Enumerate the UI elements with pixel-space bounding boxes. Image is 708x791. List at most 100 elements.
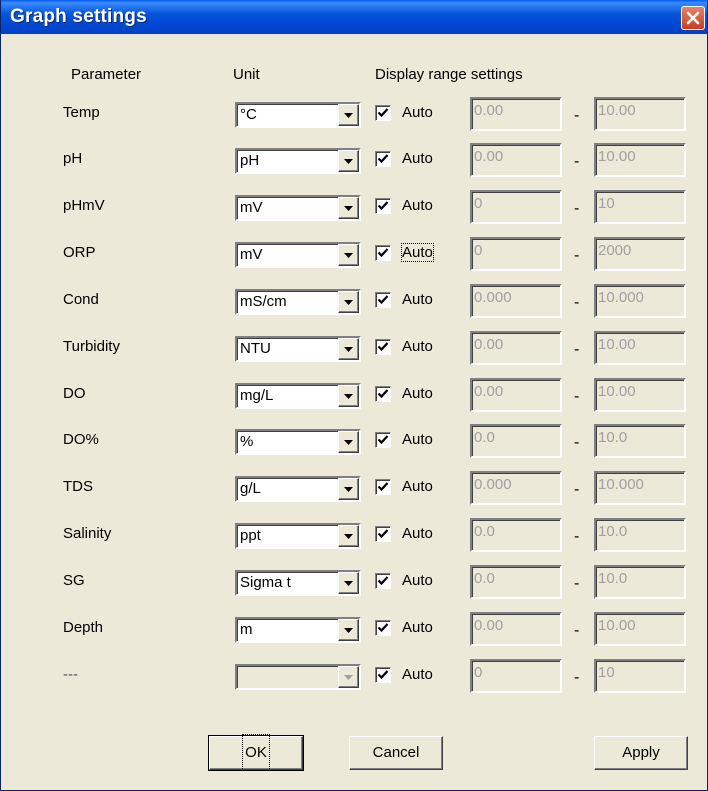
apply-button[interactable]: Apply [594, 736, 688, 770]
check-icon [377, 248, 389, 258]
unit-select-salinity[interactable]: ppt [235, 523, 361, 549]
range-max-turbidity: 10.00 [594, 331, 686, 365]
unit-select-do[interactable]: % [235, 429, 361, 455]
range-min-value: 0.00 [474, 383, 504, 400]
range-max-salinity: 10.0 [594, 518, 686, 552]
dropdown-button[interactable] [338, 104, 359, 126]
close-button[interactable] [681, 6, 705, 30]
auto-checkbox-salinity[interactable] [375, 526, 391, 542]
title-bar[interactable]: Graph settings [1, 0, 707, 34]
range-separator: - [574, 528, 580, 545]
range-separator: - [574, 434, 580, 451]
range-min-value: 0 [474, 195, 483, 212]
param-label-blank: --- [63, 666, 78, 683]
range-min-salinity: 0.0 [470, 518, 562, 552]
auto-label[interactable]: Auto [402, 431, 433, 448]
dropdown-button[interactable] [338, 338, 359, 360]
unit-select-tds[interactable]: g/L [235, 476, 361, 502]
range-separator: - [574, 575, 580, 592]
auto-label[interactable]: Auto [401, 243, 434, 262]
dropdown-button[interactable] [338, 431, 359, 453]
range-separator: - [574, 153, 580, 170]
range-max-value: 10.00 [598, 617, 636, 634]
dropdown-button[interactable] [338, 619, 359, 641]
auto-label[interactable]: Auto [402, 572, 433, 589]
range-min-orp: 0 [470, 237, 562, 271]
unit-select-turbidity[interactable]: NTU [235, 336, 361, 362]
auto-label[interactable]: Auto [402, 666, 433, 683]
auto-checkbox-do[interactable] [375, 386, 391, 402]
auto-checkbox-temp[interactable] [375, 105, 391, 121]
range-max-value: 10 [598, 664, 615, 681]
unit-select-sg[interactable]: Sigma t [235, 570, 361, 596]
dropdown-button[interactable] [338, 244, 359, 266]
unit-value: °C [240, 106, 257, 123]
dropdown-button[interactable] [338, 478, 359, 500]
header-unit: Unit [233, 66, 260, 83]
auto-checkbox-depth[interactable] [375, 620, 391, 636]
unit-select-temp[interactable]: °C [235, 102, 361, 128]
header-parameter: Parameter [71, 66, 142, 83]
unit-select-ph[interactable]: pH [235, 148, 361, 174]
range-separator: - [574, 247, 580, 264]
auto-label[interactable]: Auto [402, 150, 433, 167]
auto-label[interactable]: Auto [402, 197, 433, 214]
unit-select-orp[interactable]: mV [235, 242, 361, 268]
check-icon [377, 670, 389, 680]
auto-checkbox-tds[interactable] [375, 479, 391, 495]
range-min-cond: 0.000 [470, 284, 562, 318]
range-min-blank: 0 [470, 659, 562, 693]
auto-checkbox-cond[interactable] [375, 292, 391, 308]
range-max-value: 10.00 [598, 148, 636, 165]
range-max-sg: 10.0 [594, 565, 686, 599]
auto-label[interactable]: Auto [402, 104, 433, 121]
dropdown-button[interactable] [338, 291, 359, 313]
chevron-down-icon [344, 253, 353, 258]
unit-value: Sigma t [240, 574, 291, 591]
unit-select-depth[interactable]: m [235, 617, 361, 643]
range-max-blank: 10 [594, 659, 686, 693]
range-max-ph: 10.00 [594, 143, 686, 177]
range-max-value: 10 [598, 195, 615, 212]
range-min-tds: 0.000 [470, 471, 562, 505]
chevron-down-icon [344, 206, 353, 211]
param-label-depth: Depth [63, 619, 104, 636]
unit-select-cond[interactable]: mS/cm [235, 289, 361, 315]
auto-checkbox-blank[interactable] [375, 667, 391, 683]
auto-label[interactable]: Auto [402, 291, 433, 308]
cancel-button[interactable]: Cancel [349, 736, 443, 770]
auto-label[interactable]: Auto [402, 525, 433, 542]
unit-select-do[interactable]: mg/L [235, 383, 361, 409]
auto-label[interactable]: Auto [402, 478, 433, 495]
unit-value: g/L [240, 480, 261, 497]
check-icon [377, 482, 389, 492]
auto-checkbox-sg[interactable] [375, 573, 391, 589]
unit-select-phmv[interactable]: mV [235, 195, 361, 221]
dropdown-button[interactable] [338, 525, 359, 547]
unit-value: ppt [240, 527, 261, 544]
auto-label[interactable]: Auto [402, 385, 433, 402]
graph-settings-dialog: Graph settings Parameter Unit Display ra… [0, 0, 708, 791]
auto-checkbox-do[interactable] [375, 432, 391, 448]
chevron-down-icon [344, 300, 353, 305]
range-max-value: 10.0 [598, 570, 628, 587]
dropdown-button[interactable] [338, 150, 359, 172]
range-separator: - [574, 622, 580, 639]
dropdown-button [338, 666, 359, 688]
dropdown-button[interactable] [338, 197, 359, 219]
auto-checkbox-ph[interactable] [375, 151, 391, 167]
auto-label[interactable]: Auto [402, 619, 433, 636]
dropdown-button[interactable] [338, 572, 359, 594]
auto-checkbox-orp[interactable] [375, 245, 391, 261]
range-min-value: 0.00 [474, 148, 504, 165]
chevron-down-icon [344, 628, 353, 633]
check-icon [377, 154, 389, 164]
ok-button[interactable]: OK [208, 734, 304, 771]
dropdown-button[interactable] [338, 385, 359, 407]
unit-value: % [240, 433, 254, 450]
chevron-down-icon [344, 440, 353, 445]
auto-label[interactable]: Auto [402, 338, 433, 355]
check-icon [377, 435, 389, 445]
auto-checkbox-turbidity[interactable] [375, 339, 391, 355]
auto-checkbox-phmv[interactable] [375, 198, 391, 214]
